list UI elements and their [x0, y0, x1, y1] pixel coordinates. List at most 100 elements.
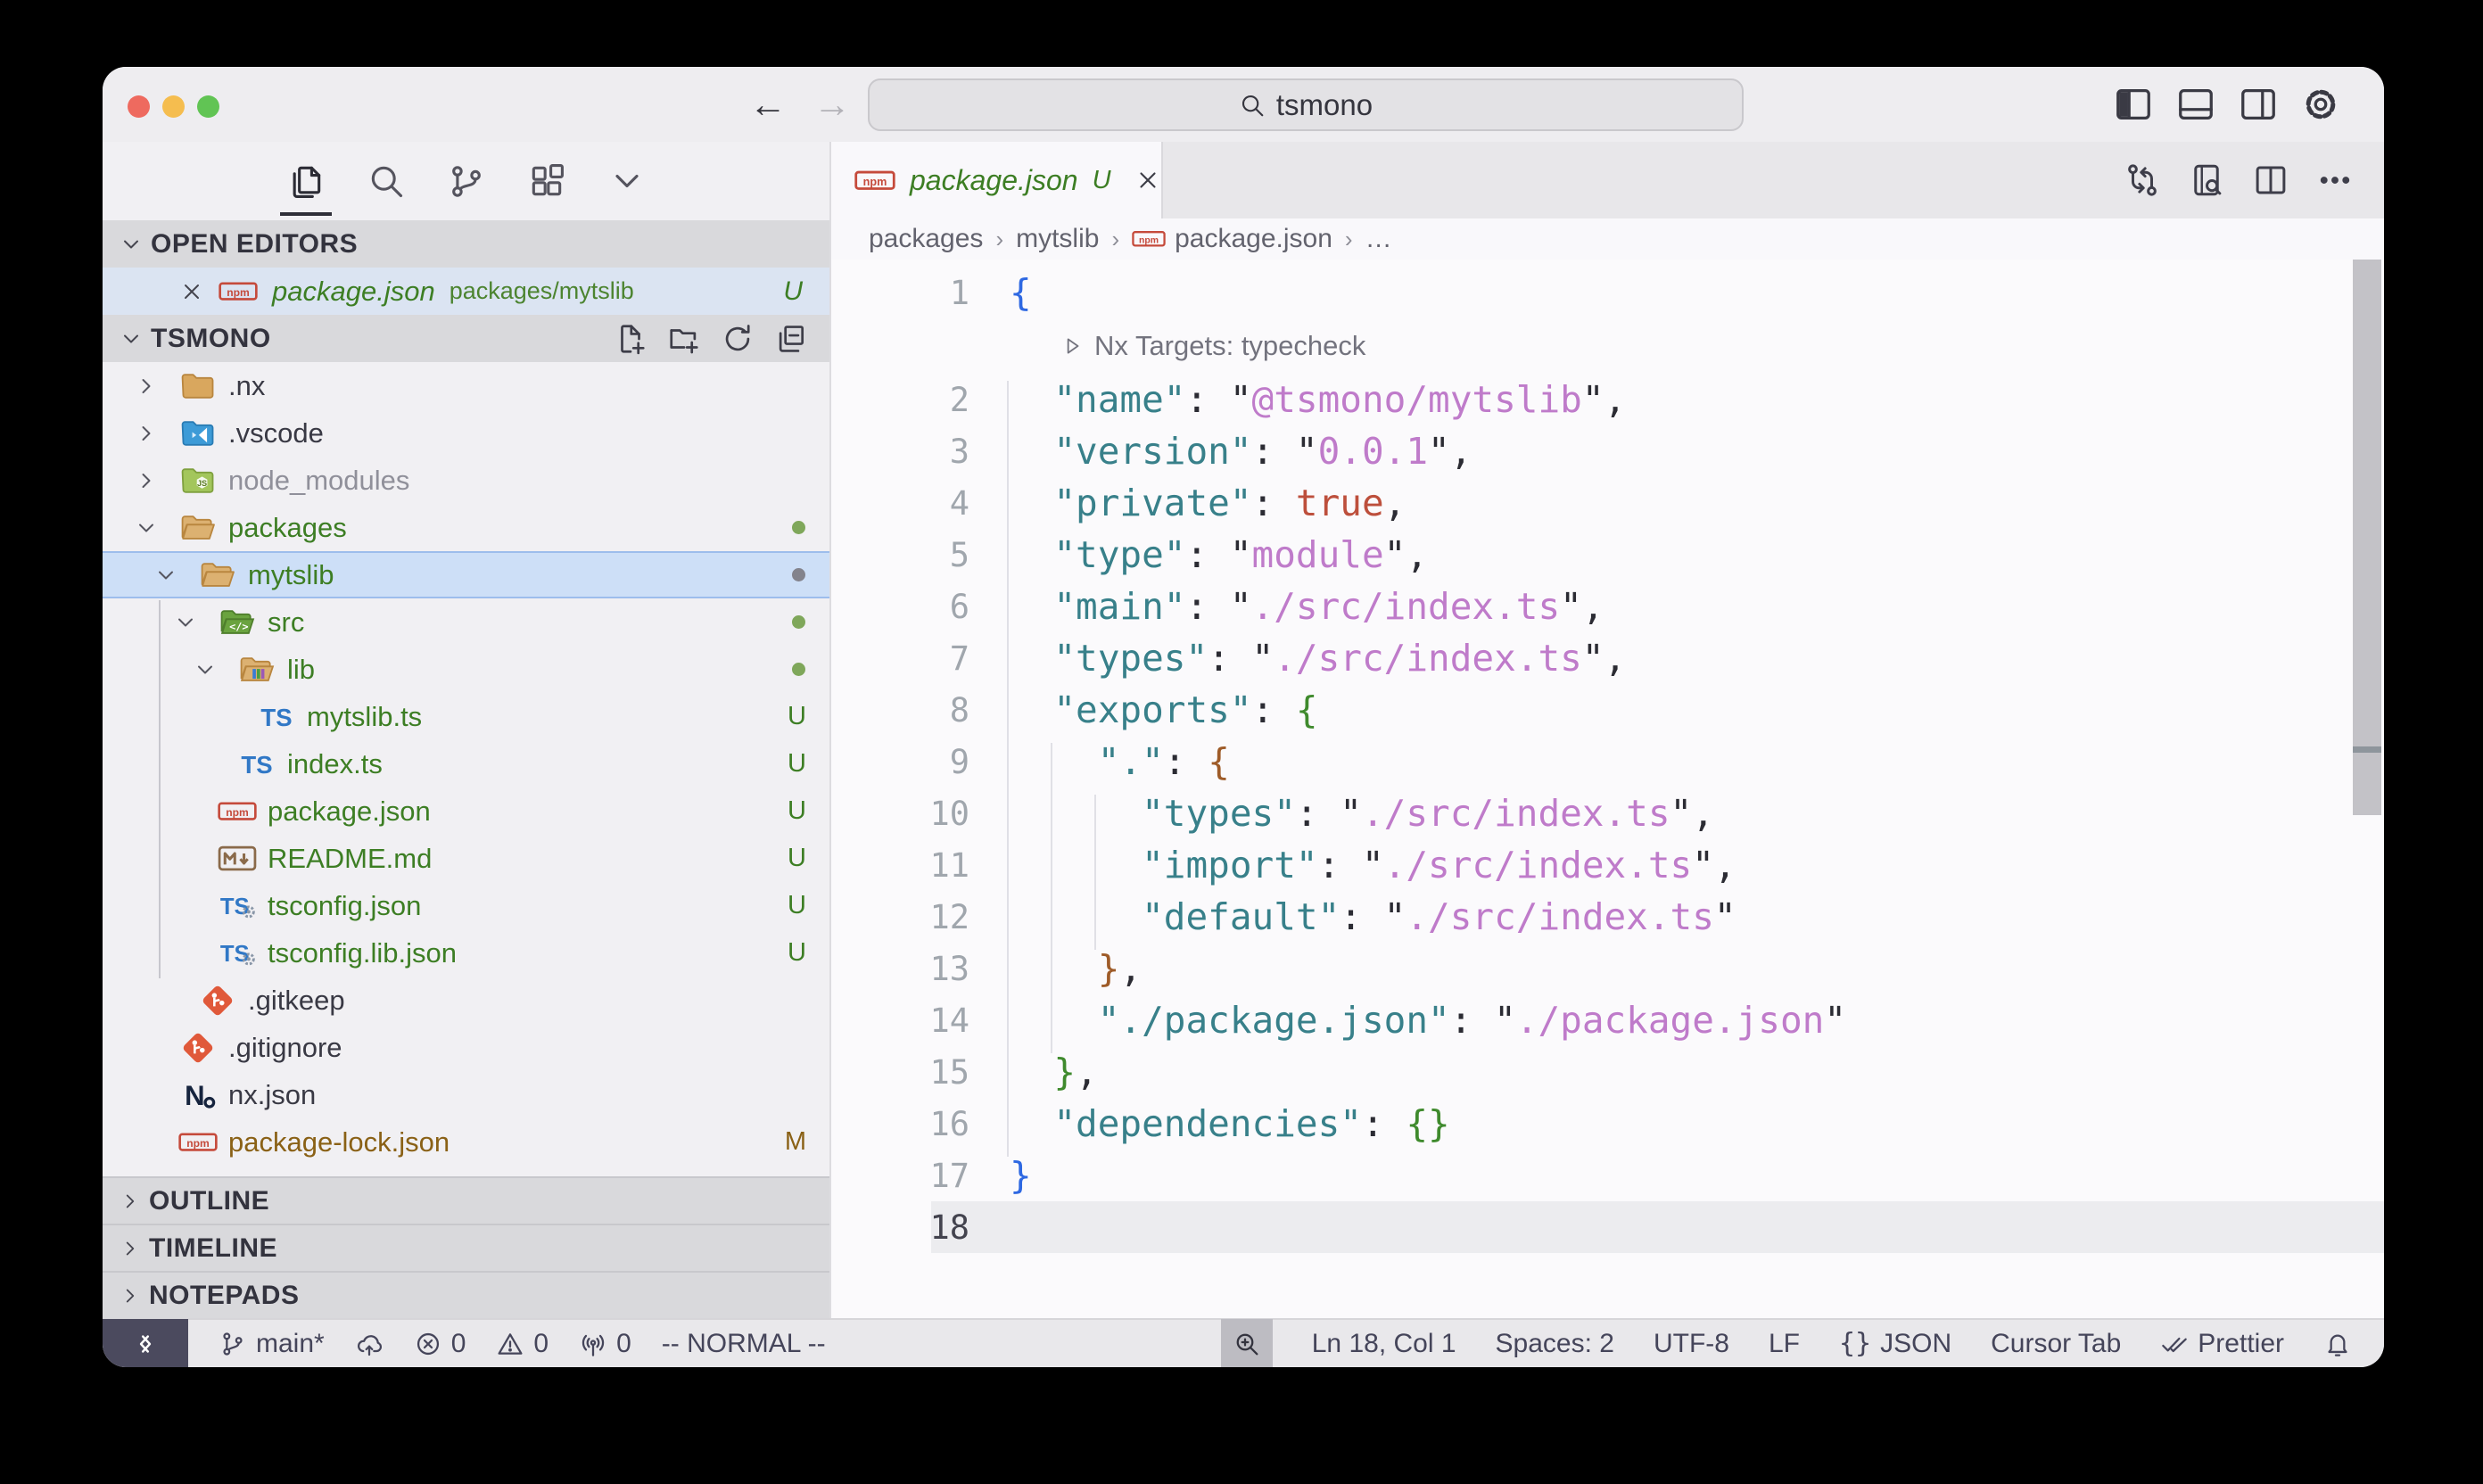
sidebar-bottom-sections: OUTLINETIMELINENOTEPADS [103, 1176, 829, 1318]
close-icon[interactable] [179, 279, 204, 304]
tree-item-node-modules[interactable]: JSnode_modules [103, 457, 829, 504]
code-line-2[interactable]: 2 "name": "@tsmono/mytslib", [831, 374, 2384, 425]
tree-item-package-lock-json[interactable]: npmpackage-lock.jsonM [103, 1118, 829, 1166]
status-0[interactable]: 0 [579, 1329, 631, 1359]
code-line-3[interactable]: 3 "version": "0.0.1", [831, 425, 2384, 477]
code-line-8[interactable]: 8 "exports": { [831, 684, 2384, 736]
code-line-14[interactable]: 14 "./package.json": "./package.json" [831, 994, 2384, 1046]
open-editors-header[interactable]: OPEN EDITORS [103, 220, 829, 268]
code-lens[interactable]: Nx Targets: typecheck [831, 318, 2384, 374]
code-line-17[interactable]: 17} [831, 1150, 2384, 1201]
folder-node-icon: JS [178, 461, 218, 500]
zoom-indicator[interactable] [1221, 1319, 1273, 1367]
title-bar: ← → tsmono [103, 67, 2384, 142]
tree-item-nx-json[interactable]: Nnx.json [103, 1071, 829, 1118]
split-editor-icon[interactable] [2252, 161, 2289, 199]
folder-vscode-icon [178, 414, 218, 453]
code-line-5[interactable]: 5 "type": "module", [831, 529, 2384, 581]
tree-item-lib[interactable]: lib [103, 646, 829, 693]
breadcrumb-item[interactable]: mytslib [1016, 224, 1099, 254]
zoom-window-button[interactable] [197, 95, 219, 118]
editor-scrollbar[interactable] [2353, 260, 2381, 815]
status-utf-8[interactable]: UTF-8 [1654, 1329, 1729, 1359]
tab-package-json[interactable]: npm package.json U [831, 142, 1163, 218]
search-editor-icon[interactable] [2188, 161, 2225, 199]
status-label: Prettier [2198, 1329, 2284, 1359]
remote-indicator[interactable] [103, 1319, 188, 1367]
code-line-1[interactable]: 1{ [831, 267, 2384, 318]
status-normal[interactable]: -- NORMAL -- [662, 1329, 826, 1359]
code-line-11[interactable]: 11 "import": "./src/index.ts", [831, 839, 2384, 891]
tree-item--gitignore[interactable]: .gitignore [103, 1024, 829, 1071]
gear-icon[interactable] [2300, 84, 2341, 125]
section-header-outline[interactable]: OUTLINE [103, 1176, 829, 1224]
tree-item-index-ts[interactable]: TSindex.tsU [103, 740, 829, 787]
explorer-section-header[interactable]: TSMONO [103, 315, 829, 362]
breadcrumb-item[interactable]: packages [869, 224, 983, 254]
tree-item-package-json[interactable]: npmpackage.jsonU [103, 787, 829, 835]
files-icon[interactable] [285, 161, 326, 202]
close-tab-icon[interactable] [1134, 167, 1161, 194]
status-prettier[interactable]: Prettier [2160, 1329, 2284, 1359]
code-line-16[interactable]: 16 "dependencies": {} [831, 1098, 2384, 1150]
section-header-notepads[interactable]: NOTEPADS [103, 1271, 829, 1318]
code-line-6[interactable]: 6 "main": "./src/index.ts", [831, 581, 2384, 632]
open-editor-item[interactable]: npm package.json packages/mytslib U [103, 268, 829, 315]
code-line-15[interactable]: 15 }, [831, 1046, 2384, 1098]
extensions-icon[interactable] [526, 161, 567, 202]
status-cloud-upload[interactable] [355, 1330, 384, 1358]
layout-sidebar-left-icon[interactable] [2113, 84, 2154, 125]
layout-sidebar-right-icon[interactable] [2238, 84, 2279, 125]
new-file-icon[interactable] [614, 322, 648, 356]
code-text: "types": "./src/index.ts", [969, 637, 1626, 680]
navigate-forward-icon[interactable]: → [813, 83, 851, 126]
new-folder-icon[interactable] [667, 322, 701, 356]
git-icon [178, 1028, 218, 1068]
tree-item--gitkeep[interactable]: .gitkeep [103, 977, 829, 1024]
more-actions-icon[interactable] [2316, 161, 2354, 199]
titlebar-layout-controls [2113, 67, 2341, 142]
tree-item-tsconfig-lib-json[interactable]: TStsconfig.lib.jsonU [103, 929, 829, 977]
code-line-4[interactable]: 4 "private": true, [831, 477, 2384, 529]
status-main[interactable]: main* [219, 1329, 325, 1359]
section-header-timeline[interactable]: TIMELINE [103, 1224, 829, 1271]
status-0[interactable]: 0 [414, 1329, 466, 1359]
status-json[interactable]: {}JSON [1839, 1328, 1951, 1359]
source-control-icon[interactable] [446, 161, 487, 202]
code-editor[interactable]: 1{Nx Targets: typecheck2 "name": "@tsmon… [831, 260, 2384, 1318]
minimize-window-button[interactable] [162, 95, 185, 118]
breadcrumb-item[interactable]: npmpackage.json [1132, 224, 1332, 254]
code-line-7[interactable]: 7 "types": "./src/index.ts", [831, 632, 2384, 684]
status-cursor-tab[interactable]: Cursor Tab [1991, 1329, 2121, 1359]
code-line-12[interactable]: 12 "default": "./src/index.ts" [831, 891, 2384, 943]
code-line-13[interactable]: 13 }, [831, 943, 2384, 994]
tree-item-mytslib-ts[interactable]: TSmytslib.tsU [103, 693, 829, 740]
tree-item-tsconfig-json[interactable]: TStsconfig.jsonU [103, 882, 829, 929]
chevron-down-icon[interactable] [606, 161, 648, 202]
open-changes-icon[interactable] [2124, 161, 2161, 199]
close-window-button[interactable] [128, 95, 150, 118]
tree-item--nx[interactable]: .nx [103, 362, 829, 409]
chevron-right-icon [119, 1190, 142, 1213]
tree-item-mytslib[interactable]: mytslib [103, 551, 829, 598]
code-line-18[interactable]: 18 [831, 1201, 2384, 1253]
code-line-10[interactable]: 10 "types": "./src/index.ts", [831, 787, 2384, 839]
tree-item-packages[interactable]: packages [103, 504, 829, 551]
command-center-search[interactable]: tsmono [868, 78, 1744, 131]
breadcrumb-item[interactable]: … [1365, 224, 1392, 254]
status-lf[interactable]: LF [1769, 1329, 1800, 1359]
breadcrumb-separator: › [1345, 226, 1353, 253]
status-spaces-2[interactable]: Spaces: 2 [1496, 1329, 1614, 1359]
layout-panel-icon[interactable] [2175, 84, 2216, 125]
refresh-icon[interactable] [721, 322, 755, 356]
code-line-9[interactable]: 9 ".": { [831, 736, 2384, 787]
navigate-back-icon[interactable]: ← [749, 83, 787, 126]
tree-item-src[interactable]: </>src [103, 598, 829, 646]
status-0[interactable]: 0 [496, 1329, 549, 1359]
status-bell[interactable] [2323, 1330, 2352, 1358]
tree-item-readme-md[interactable]: README.mdU [103, 835, 829, 882]
search-icon[interactable] [366, 161, 407, 202]
collapse-all-icon[interactable] [774, 322, 808, 356]
status-ln-18-col-1[interactable]: Ln 18, Col 1 [1312, 1329, 1456, 1359]
tree-item--vscode[interactable]: .vscode [103, 409, 829, 457]
